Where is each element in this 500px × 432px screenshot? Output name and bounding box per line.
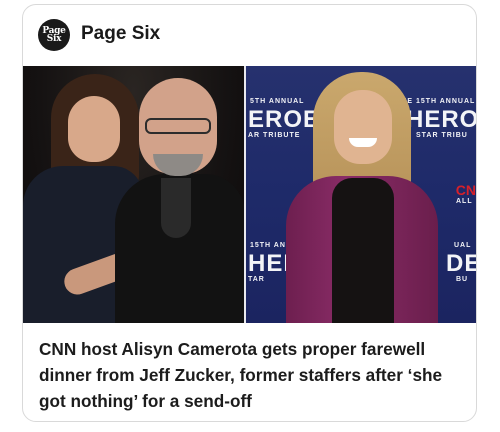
man-beard — [153, 154, 203, 176]
photo-anchor: 5TH ANNUAL EROES AR TRIBUTE THE 15TH ANN… — [246, 66, 476, 323]
page-six-logo: Page Six — [38, 19, 70, 51]
backdrop-tribute-right: STAR TRIBU — [416, 132, 468, 139]
source-name[interactable]: Page Six — [81, 23, 160, 45]
news-card[interactable]: Page Six Page Six 5TH ANNUAL EROES AR TR… — [22, 4, 477, 422]
logo-text-bottom: Six — [46, 34, 62, 44]
backdrop-heroes-bottom-right: DE — [446, 250, 476, 277]
network-logo-sub: ALL — [456, 198, 473, 205]
article-image[interactable]: 5TH ANNUAL EROES AR TRIBUTE THE 15TH ANN… — [23, 66, 476, 323]
backdrop-heroes-right: HEROE — [406, 106, 476, 133]
backdrop-tribute-left: AR TRIBUTE — [248, 132, 301, 139]
backdrop-annual-bottom-left: 15TH AN — [250, 242, 286, 249]
backdrop-tribute-bottom-left: TAR — [248, 276, 265, 283]
backdrop-annual-bottom-right: UAL — [454, 242, 472, 249]
photo-couple — [23, 66, 244, 323]
anchor-lace-top — [332, 178, 394, 323]
anchor-face — [334, 90, 392, 164]
man-glasses — [145, 118, 211, 134]
network-logo: CN — [455, 182, 476, 198]
backdrop-tribute-bottom-right: BU — [456, 276, 469, 283]
backdrop-annual-left: 5TH ANNUAL — [250, 98, 305, 105]
card-header[interactable]: Page Six Page Six — [23, 5, 476, 65]
article-headline[interactable]: CNN host Alisyn Camerota gets proper far… — [39, 336, 464, 414]
woman-face — [68, 96, 120, 162]
man-shirt — [161, 178, 191, 238]
